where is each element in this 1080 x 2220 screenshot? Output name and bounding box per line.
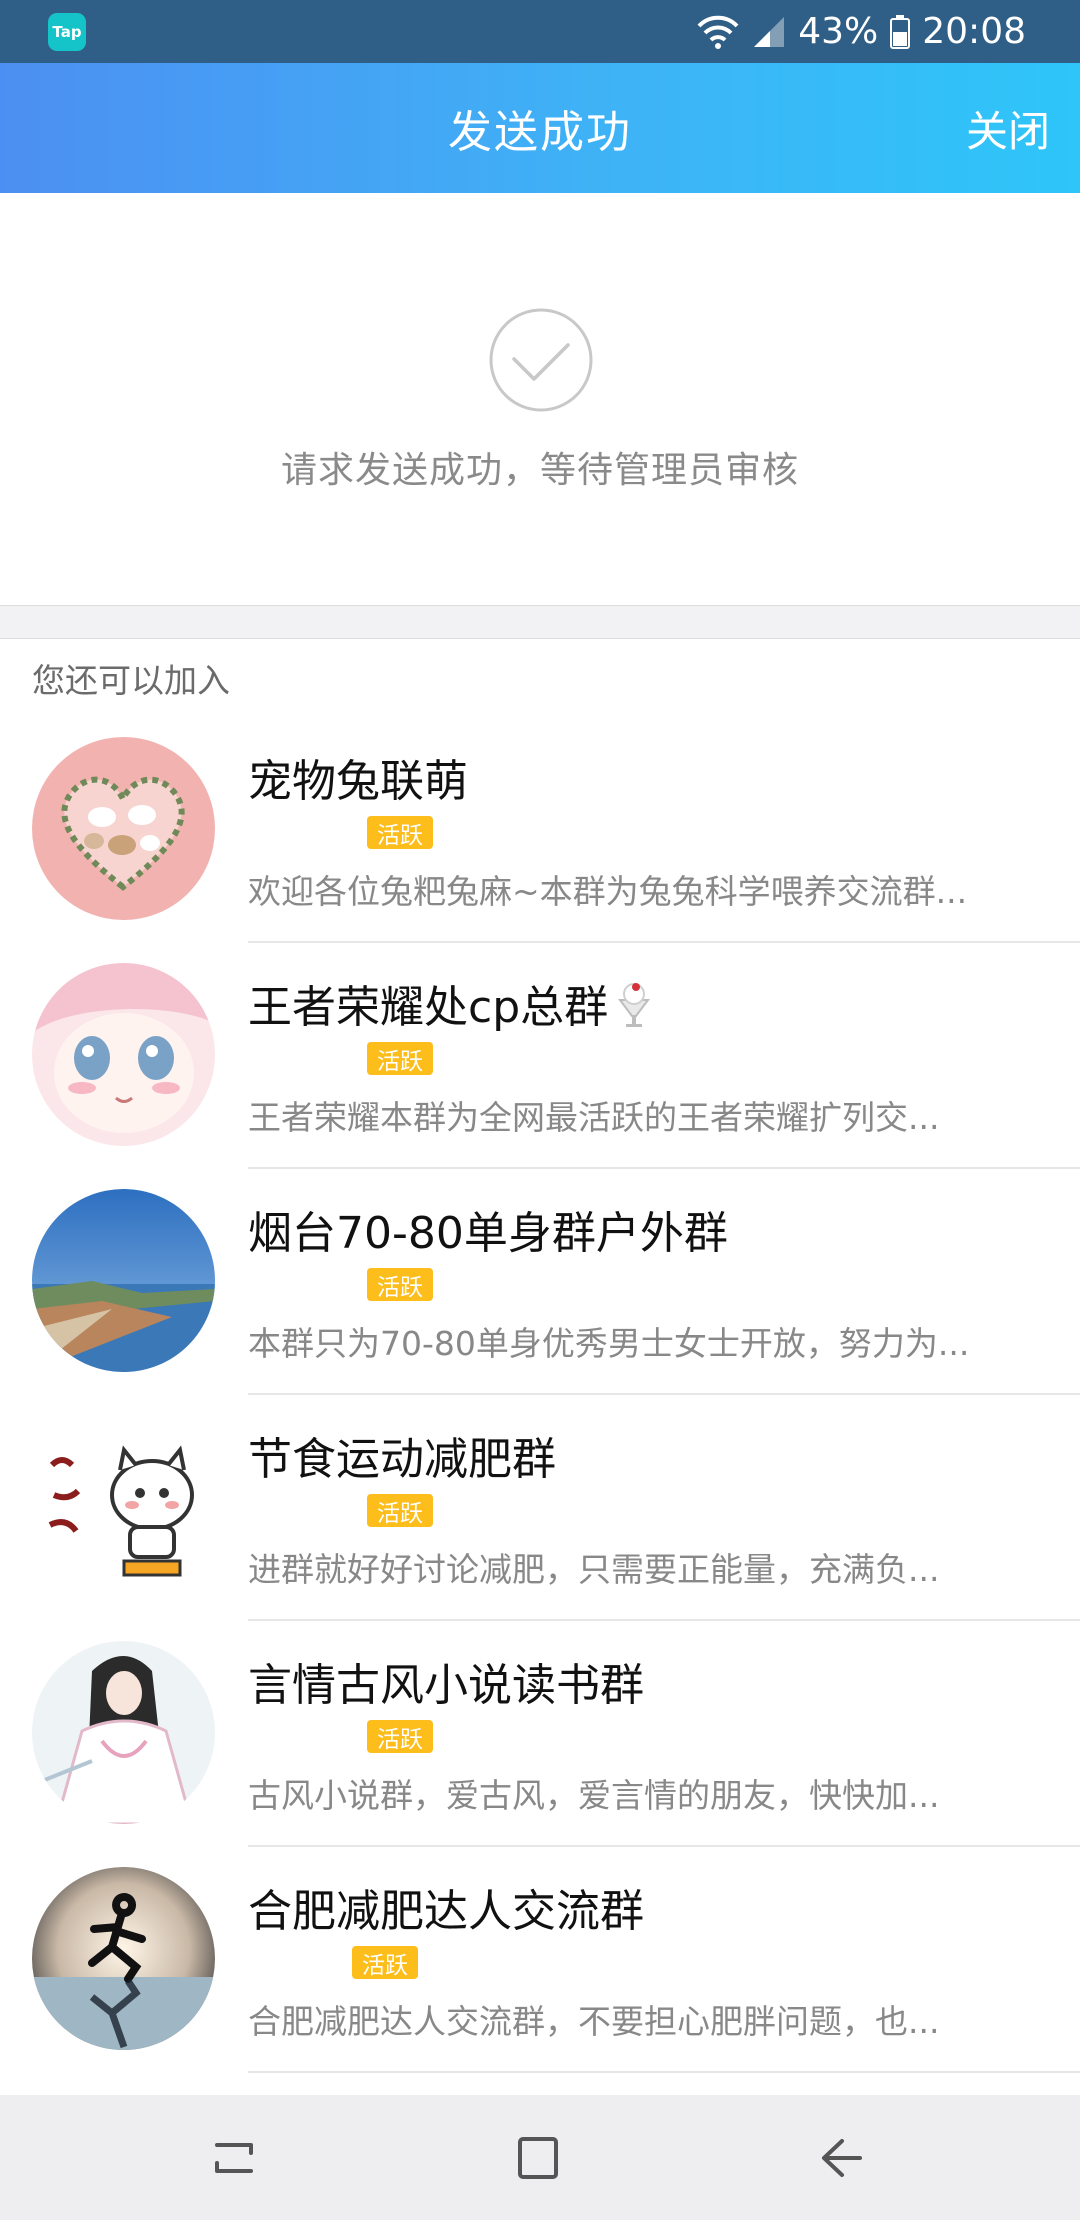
header-bar: 发送成功 关闭	[0, 63, 1080, 193]
row-divider	[248, 2071, 1080, 2073]
group-avatar-rabbit-heart	[32, 737, 215, 920]
active-badge: 活跃	[367, 1494, 433, 1527]
group-description: 进群就好好讨论减肥，只需要正能量，充满负...	[248, 1550, 940, 1589]
group-description: 王者荣耀本群为全网最活跃的王者荣耀扩列交...	[248, 1098, 940, 1137]
group-name: 宠物兔联萌	[248, 756, 468, 807]
group-description: 合肥减肥达人交流群，不要担心肥胖问题，也...	[248, 2002, 940, 2041]
back-button[interactable]	[780, 2095, 900, 2220]
group-avatar-ancient-lady	[32, 1641, 215, 1824]
home-icon	[518, 2136, 558, 2179]
active-badge: 活跃	[367, 816, 433, 849]
group-name-text: 王者荣耀处cp总群	[248, 982, 609, 1033]
group-item-hefei-weight-loss[interactable]: 合肥减肥达人交流群 活跃 合肥减肥达人交流群，不要担心肥胖问题，也...	[0, 1847, 1080, 2073]
system-nav-bar	[0, 2095, 1080, 2220]
ice-cream-emoji-icon	[614, 982, 654, 1039]
suggestions-header: 您还可以加入	[0, 638, 1080, 718]
group-avatar-cartoon-cat	[32, 1415, 215, 1598]
group-list: 宠物兔联萌 活跃 欢迎各位兔粑兔麻~本群为兔兔科学喂养交流群... 王者荣耀处c…	[0, 717, 1080, 2095]
wifi-icon	[696, 14, 740, 50]
signal-icon	[752, 15, 786, 49]
group-name: 节食运动减肥群	[248, 1434, 556, 1485]
status-bar: Tap 43% 20:08	[0, 0, 1080, 63]
suggestions-title: 您还可以加入	[32, 661, 230, 700]
close-button[interactable]: 关闭	[966, 63, 1050, 193]
back-icon	[822, 2138, 862, 2177]
recent-apps-button[interactable]	[175, 2095, 295, 2220]
active-badge: 活跃	[367, 1268, 433, 1301]
group-description: 本群只为70-80单身优秀男士女士开放，努力为...	[248, 1324, 970, 1363]
active-badge: 活跃	[352, 1946, 418, 1979]
group-item-diet-exercise[interactable]: 节食运动减肥群 活跃 进群就好好讨论减肥，只需要正能量，充满负...	[0, 1395, 1080, 1621]
group-name: 言情古风小说读书群	[248, 1660, 644, 1711]
active-badge: 活跃	[367, 1042, 433, 1075]
tap-app-icon: Tap	[48, 13, 86, 51]
battery-percent: 43%	[798, 11, 879, 52]
group-avatar-runner-silhouette	[32, 1867, 215, 2050]
group-description: 欢迎各位兔粑兔麻~本群为兔兔科学喂养交流群...	[248, 872, 968, 911]
page-title: 发送成功	[448, 107, 632, 158]
group-name: 合肥减肥达人交流群	[248, 1886, 644, 1937]
recent-apps-icon	[215, 2142, 253, 2173]
success-panel: 请求发送成功，等待管理员审核	[0, 193, 1080, 606]
active-badge: 活跃	[367, 1720, 433, 1753]
group-item-yantai-singles[interactable]: 烟台70-80单身群户外群 活跃 本群只为70-80单身优秀男士女士开放，努力为…	[0, 1169, 1080, 1395]
status-icons: 43% 20:08	[696, 0, 1026, 63]
success-message: 请求发送成功，等待管理员审核	[280, 450, 799, 491]
group-item-pet-rabbit[interactable]: 宠物兔联萌 活跃 欢迎各位兔粑兔麻~本群为兔兔科学喂养交流群...	[0, 717, 1080, 943]
clock-time: 20:08	[922, 11, 1026, 52]
group-item-honor-of-kings[interactable]: 王者荣耀处cp总群 活跃 王者荣耀本群为全网最活跃的王者荣耀扩列交...	[0, 943, 1080, 1169]
tap-app-label: Tap	[52, 23, 82, 41]
home-button[interactable]	[478, 2095, 598, 2220]
group-avatar-anime-girl	[32, 963, 215, 1146]
battery-icon	[890, 14, 911, 49]
check-circle-icon	[489, 308, 593, 412]
group-name: 烟台70-80单身群户外群	[248, 1208, 728, 1259]
group-avatar-coastal-city	[32, 1189, 215, 1372]
group-item-ancient-romance-novels[interactable]: 言情古风小说读书群 活跃 古风小说群，爱古风，爱言情的朋友，快快加...	[0, 1621, 1080, 1847]
group-description: 古风小说群，爱古风，爱言情的朋友，快快加...	[248, 1776, 940, 1815]
group-name: 王者荣耀处cp总群	[248, 971, 654, 1039]
